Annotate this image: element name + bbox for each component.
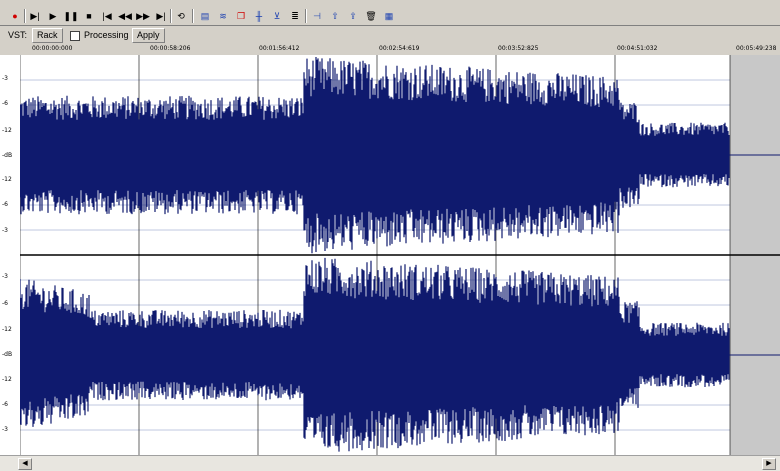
time-tick-label: 00:02:54:619 (379, 45, 420, 52)
film-icon[interactable]: ▦ (382, 9, 396, 23)
upload-icon[interactable]: ⇧ (328, 9, 342, 23)
time-ruler[interactable]: 00:00:00:000 00:00:58:206 00:01:56:412 0… (0, 44, 780, 55)
apply-button[interactable]: Apply (132, 28, 165, 43)
processing-checkbox[interactable]: Processing (70, 28, 129, 43)
time-tick-label: 00:04:51:032 (617, 45, 658, 52)
record-icon[interactable]: ● (8, 9, 22, 23)
db-label: -12 (2, 127, 12, 134)
time-tick-label: 00:03:52:825 (498, 45, 539, 52)
select-all-icon[interactable]: ▤ (198, 9, 212, 23)
copy-region-icon[interactable]: ❐ (234, 9, 248, 23)
waveform-display[interactable] (20, 55, 780, 455)
vst-toolbar: VST: Rack Processing Apply (0, 26, 780, 44)
db-label: -3 (2, 426, 8, 433)
stop-icon[interactable]: ■ (82, 9, 96, 23)
vst-label: VST: (8, 30, 28, 40)
fast-forward-icon[interactable]: ▶▶ (136, 9, 150, 23)
mix-icon[interactable]: ╫ (252, 9, 266, 23)
toolbar-separator (192, 9, 194, 23)
toolbar-separator (170, 9, 172, 23)
rewind-icon[interactable]: ◀◀ (118, 9, 132, 23)
db-label: -12 (2, 326, 12, 333)
db-label: -3 (2, 75, 8, 82)
go-to-end-icon[interactable]: ▶| (154, 9, 168, 23)
db-label: -12 (2, 176, 12, 183)
db-scale: -3 -6 -12 -dB -12 -6 -3 -3 -6 -12 -dB -1… (0, 55, 21, 455)
delete-icon[interactable]: 🗑 (364, 9, 378, 23)
checkbox-icon[interactable] (70, 30, 80, 41)
db-label: -12 (2, 376, 12, 383)
time-tick-label: 00:00:00:000 (32, 45, 73, 52)
trim-icon[interactable]: ⊻ (270, 9, 284, 23)
waveform-view-icon[interactable]: ≋ (216, 9, 230, 23)
db-label: -3 (2, 227, 8, 234)
play-from-start-icon[interactable]: ▶| (28, 9, 42, 23)
db-label: -6 (2, 201, 8, 208)
db-label: -6 (2, 300, 8, 307)
horizontal-scrollbar[interactable]: ◀ ▶ (0, 455, 780, 471)
toolbar-separator (305, 9, 307, 23)
time-tick-label: 00:00:58:206 (150, 45, 191, 52)
transport-toolbar: ● ▶| ▶ ❚❚ ■ |◀ ◀◀ ▶▶ ▶| ⟲ ▤ ≋ ❐ ╫ ⊻ ≣ ⊣ … (0, 7, 780, 26)
db-label: -6 (2, 100, 8, 107)
pause-icon[interactable]: ❚❚ (63, 9, 78, 23)
loop-icon[interactable]: ⟲ (174, 9, 188, 23)
export-icon[interactable]: ⇪ (346, 9, 360, 23)
scroll-right-icon[interactable]: ▶ (762, 458, 776, 470)
db-label: -dB (2, 351, 13, 358)
rack-button[interactable]: Rack (32, 28, 63, 43)
marker-icon[interactable]: ⊣ (310, 9, 324, 23)
normalize-icon[interactable]: ≣ (288, 9, 302, 23)
time-tick-label: 00:05:49:238 (736, 45, 777, 52)
db-label: -dB (2, 152, 13, 159)
processing-label: Processing (84, 30, 129, 40)
time-tick-label: 00:01:56:412 (259, 45, 300, 52)
db-label: -3 (2, 273, 8, 280)
toolbar-separator (24, 9, 26, 23)
db-label: -6 (2, 401, 8, 408)
scroll-left-icon[interactable]: ◀ (18, 458, 32, 470)
go-to-start-icon[interactable]: |◀ (100, 9, 114, 23)
play-icon[interactable]: ▶ (46, 9, 60, 23)
